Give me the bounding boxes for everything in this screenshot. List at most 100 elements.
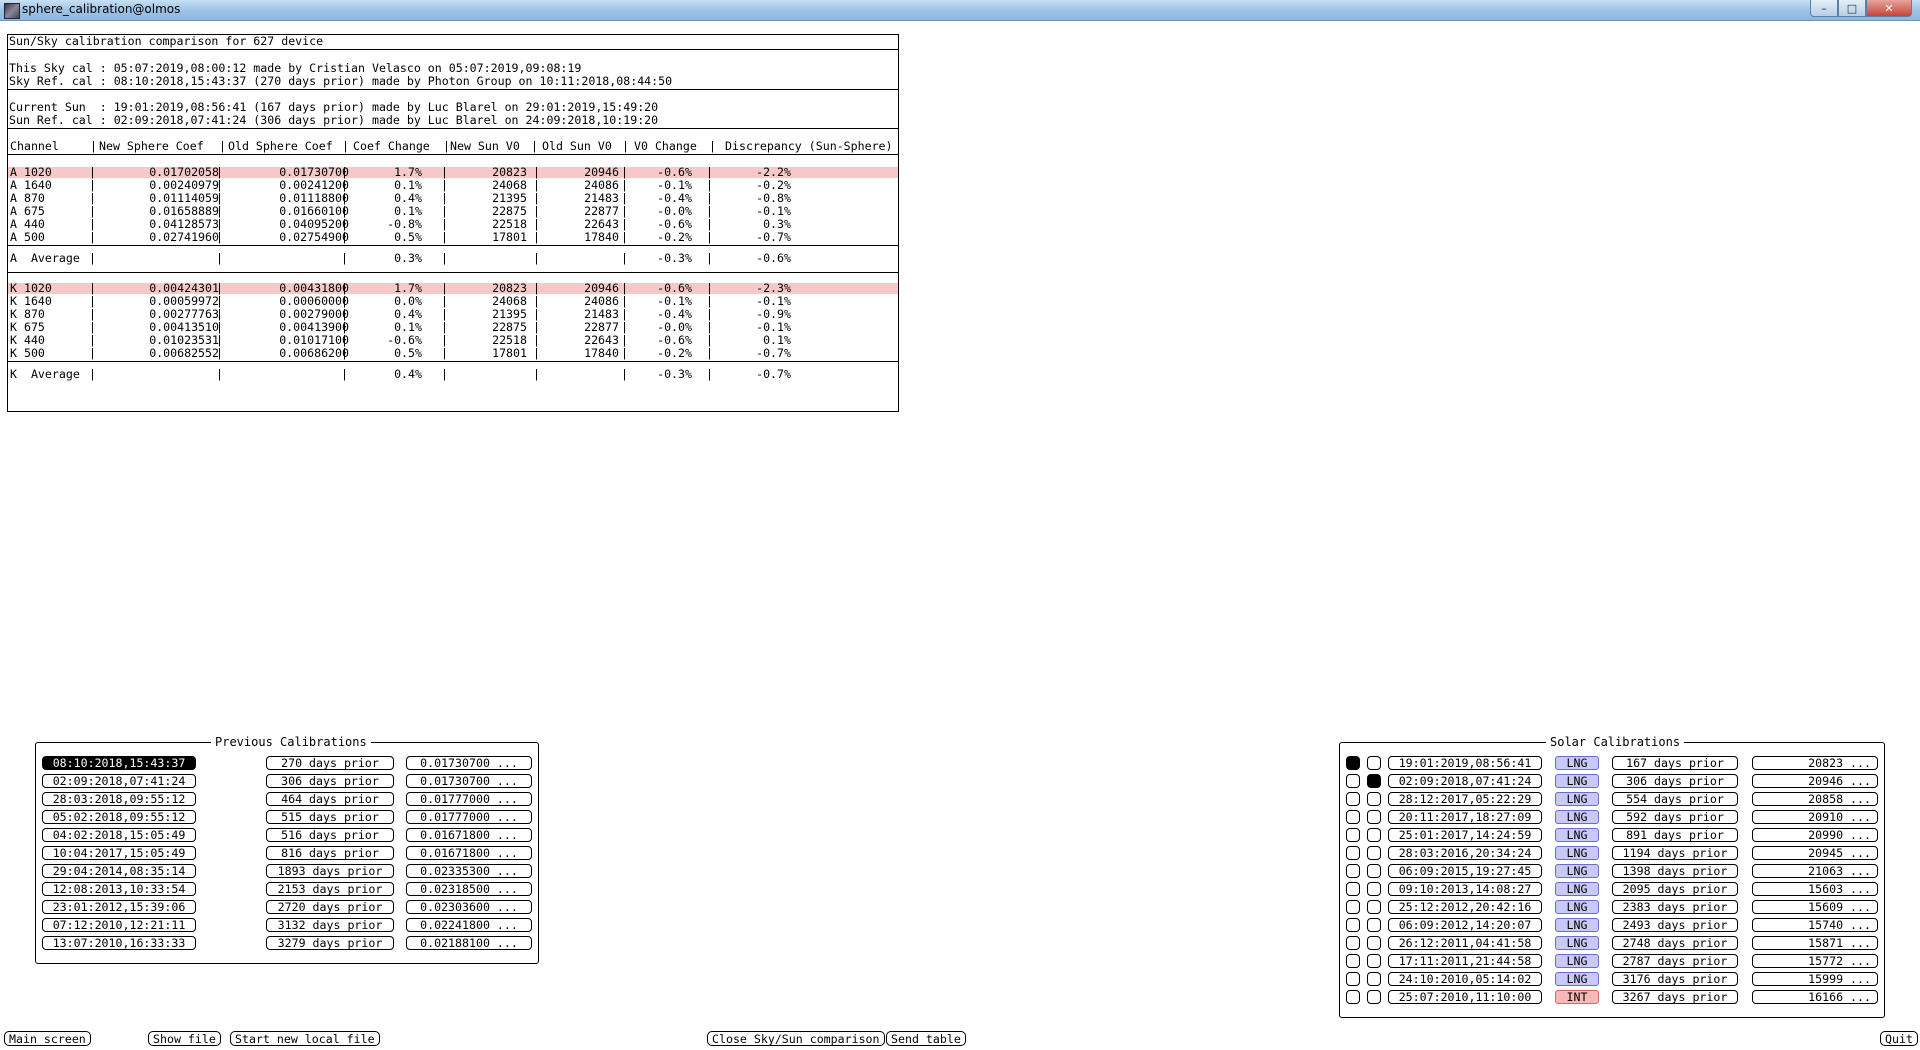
solar-v0-button[interactable]: 15871 ... [1752, 936, 1878, 950]
column-separator: | [216, 367, 223, 381]
current-sun-radio[interactable] [1346, 792, 1360, 806]
table-cell: -0.7% [756, 367, 791, 381]
current-sun-radio[interactable] [1346, 918, 1360, 932]
reference-sun-radio[interactable] [1367, 810, 1381, 824]
reference-sun-radio[interactable] [1367, 774, 1381, 788]
calibration-coef-button[interactable]: 0.02318500 ... [406, 882, 532, 896]
reference-sun-radio[interactable] [1367, 954, 1381, 968]
table-cell: -0.7% [756, 230, 791, 244]
current-sun-radio[interactable] [1346, 756, 1360, 770]
current-sun-radio[interactable] [1346, 882, 1360, 896]
reference-sun-radio[interactable] [1367, 846, 1381, 860]
calibration-date-button[interactable]: 02:09:2018,07:41:24 [42, 774, 196, 788]
solar-date-button[interactable]: 09:10:2013,14:08:27 [1388, 882, 1542, 896]
reference-sun-radio[interactable] [1367, 936, 1381, 950]
current-sun-radio[interactable] [1346, 864, 1360, 878]
minimize-button[interactable]: – [1810, 0, 1838, 17]
calibration-coef-button[interactable]: 0.01777000 ... [406, 810, 532, 824]
calibration-type-badge: LNG [1555, 882, 1599, 896]
calibration-date-button[interactable]: 29:04:2014,08:35:14 [42, 864, 196, 878]
current-sun-radio[interactable] [1346, 774, 1360, 788]
main-screen-button[interactable]: Main screen [4, 1031, 91, 1046]
solar-v0-button[interactable]: 20858 ... [1752, 792, 1878, 806]
solar-date-button[interactable]: 28:03:2016,20:34:24 [1388, 846, 1542, 860]
reference-sun-radio[interactable] [1367, 882, 1381, 896]
solar-prior-label: 2787 days prior [1612, 954, 1738, 968]
current-sun-radio[interactable] [1346, 828, 1360, 842]
calibration-coef-button[interactable]: 0.01671800 ... [406, 828, 532, 842]
calibration-coef-button[interactable]: 0.01777000 ... [406, 792, 532, 806]
solar-date-button[interactable]: 26:12:2011,04:41:58 [1388, 936, 1542, 950]
current-sun-radio[interactable] [1346, 900, 1360, 914]
calibration-coef-button[interactable]: 0.01730700 ... [406, 756, 532, 770]
calibration-coef-button[interactable]: 0.02303600 ... [406, 900, 532, 914]
reference-sun-radio[interactable] [1367, 990, 1381, 1004]
calibration-coef-button[interactable]: 0.01671800 ... [406, 846, 532, 860]
close-comparison-button[interactable]: Close Sky/Sun comparison [707, 1031, 885, 1046]
solar-v0-button[interactable]: 20946 ... [1752, 774, 1878, 788]
solar-date-button[interactable]: 24:10:2010,05:14:02 [1388, 972, 1542, 986]
calibration-coef-button[interactable]: 0.02335300 ... [406, 864, 532, 878]
calibration-date-button[interactable]: 05:02:2018,09:55:12 [42, 810, 196, 824]
solar-v0-button[interactable]: 15772 ... [1752, 954, 1878, 968]
calibration-coef-button[interactable]: 0.02188100 ... [406, 936, 532, 950]
solar-v0-button[interactable]: 16166 ... [1752, 990, 1878, 1004]
show-file-button[interactable]: Show file [148, 1031, 221, 1046]
solar-v0-button[interactable]: 21063 ... [1752, 864, 1878, 878]
solar-v0-button[interactable]: 15603 ... [1752, 882, 1878, 896]
solar-date-button[interactable]: 02:09:2018,07:41:24 [1388, 774, 1542, 788]
calibration-date-button[interactable]: 07:12:2010,12:21:11 [42, 918, 196, 932]
current-sun-radio[interactable] [1346, 810, 1360, 824]
current-sun-radio[interactable] [1346, 972, 1360, 986]
calibration-date-button[interactable]: 10:04:2017,15:05:49 [42, 846, 196, 860]
solar-v0-button[interactable]: 20990 ... [1752, 828, 1878, 842]
calibration-date-button[interactable]: 12:08:2013,10:33:54 [42, 882, 196, 896]
solar-v0-button[interactable]: 20823 ... [1752, 756, 1878, 770]
reference-sun-radio[interactable] [1367, 918, 1381, 932]
reference-sun-radio[interactable] [1367, 828, 1381, 842]
calibration-coef-button[interactable]: 0.02241800 ... [406, 918, 532, 932]
solar-prior-label: 592 days prior [1612, 810, 1738, 824]
current-sun-radio[interactable] [1346, 990, 1360, 1004]
maximize-button[interactable]: □ [1838, 0, 1866, 17]
calibration-type-badge: LNG [1555, 918, 1599, 932]
solar-date-button[interactable]: 17:11:2011,21:44:58 [1388, 954, 1542, 968]
reference-sun-radio[interactable] [1367, 972, 1381, 986]
quit-button[interactable]: Quit [1880, 1031, 1918, 1046]
solar-date-button[interactable]: 25:01:2017,14:24:59 [1388, 828, 1542, 842]
current-sun-radio[interactable] [1346, 936, 1360, 950]
reference-sun-radio[interactable] [1367, 756, 1381, 770]
solar-date-button[interactable]: 25:12:2012,20:42:16 [1388, 900, 1542, 914]
solar-v0-button[interactable]: 20945 ... [1752, 846, 1878, 860]
close-window-button[interactable]: ✕ [1866, 0, 1912, 17]
solar-date-button[interactable]: 06:09:2015,19:27:45 [1388, 864, 1542, 878]
solar-date-button[interactable]: 25:07:2010,11:10:00 [1388, 990, 1542, 1004]
reference-sun-radio[interactable] [1367, 864, 1381, 878]
calibration-date-button[interactable]: 13:07:2010,16:33:33 [42, 936, 196, 950]
calibration-date-button[interactable]: 04:02:2018,15:05:49 [42, 828, 196, 842]
solar-v0-button[interactable]: 15609 ... [1752, 900, 1878, 914]
solar-date-button[interactable]: 20:11:2017,18:27:09 [1388, 810, 1542, 824]
calibration-date-button[interactable]: 28:03:2018,09:55:12 [42, 792, 196, 806]
column-separator: | [89, 346, 96, 360]
solar-v0-button[interactable]: 15740 ... [1752, 918, 1878, 932]
current-sun-radio[interactable] [1346, 846, 1360, 860]
calibration-date-button[interactable]: 08:10:2018,15:43:37 [42, 756, 196, 770]
current-sun-radio[interactable] [1346, 954, 1360, 968]
column-separator: | [621, 251, 628, 265]
calibration-date-button[interactable]: 23:01:2012,15:39:06 [42, 900, 196, 914]
solar-date-button[interactable]: 19:01:2019,08:56:41 [1388, 756, 1542, 770]
reference-sun-radio[interactable] [1367, 900, 1381, 914]
solar-v0-button[interactable]: 15999 ... [1752, 972, 1878, 986]
column-separator: | [341, 367, 348, 381]
solar-v0-button[interactable]: 20910 ... [1752, 810, 1878, 824]
reference-sun-radio[interactable] [1367, 792, 1381, 806]
calibration-prior-label: 464 days prior [266, 792, 394, 806]
solar-date-button[interactable]: 28:12:2017,05:22:29 [1388, 792, 1542, 806]
column-separator: | [90, 139, 97, 153]
calibration-type-badge: LNG [1555, 954, 1599, 968]
calibration-coef-button[interactable]: 0.01730700 ... [406, 774, 532, 788]
solar-date-button[interactable]: 06:09:2012,14:20:07 [1388, 918, 1542, 932]
send-table-button[interactable]: Send table [886, 1031, 966, 1046]
start-new-local-file-button[interactable]: Start new local file [230, 1031, 380, 1046]
